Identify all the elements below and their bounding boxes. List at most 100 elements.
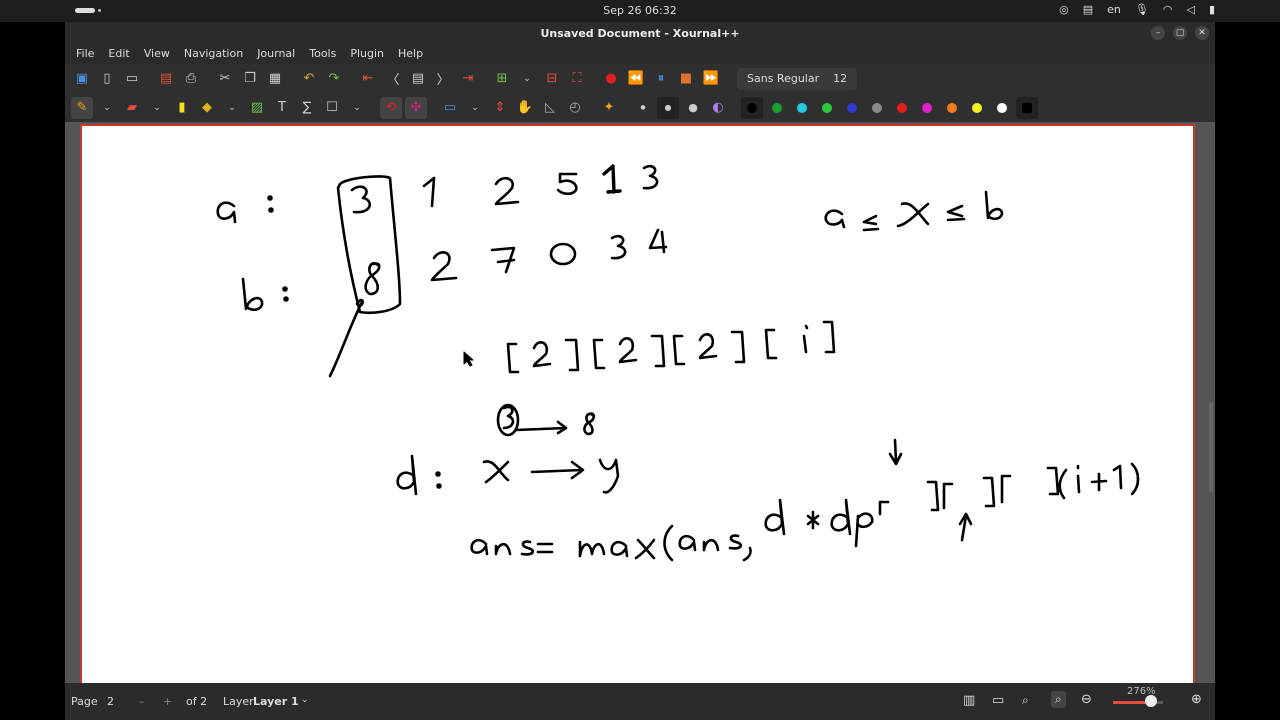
color-gray-swatch[interactable] [866,97,888,119]
color-black-swatch[interactable] [741,96,763,119]
rewind-icon[interactable]: ⏪ [625,68,647,90]
fill-icon[interactable]: ◐ [707,97,729,119]
page-number-input[interactable]: 2 [107,695,114,708]
menu-edit[interactable]: Edit [101,44,136,64]
volume-icon[interactable]: ◁ [1186,3,1194,16]
shapes-icon[interactable]: ◆ [196,97,218,119]
delete-page-icon[interactable]: ⊟ [541,68,563,90]
zoom-slider[interactable] [1113,695,1163,707]
maximize-icon[interactable]: ▢ [1173,26,1187,40]
previous-page-icon[interactable]: 〈 [382,68,404,90]
font-selector[interactable]: Sans Regular 12 [737,67,858,90]
dual-page-view-icon[interactable]: ▥ [963,693,975,708]
color-lightgreen-swatch[interactable] [816,97,838,119]
last-page-icon[interactable]: ⇥ [457,68,479,90]
color-dot [847,102,857,113]
zoom-out-icon[interactable]: ⊖ [1081,692,1092,707]
menu-view[interactable]: View [137,44,177,64]
eraser-icon[interactable]: ▰ [121,97,143,119]
tools-toolbar: ✎ ⌄ ▰ ⌄ ▮ ◆ ⌄ ▨ T ∑ ☐ ⌄ ⟲ ✣ ▭ ⌄ ⇕ ✋ ◺ ◴ … [65,93,1215,122]
first-page-icon[interactable]: ⇤ [357,68,379,90]
color-orange-swatch[interactable] [941,97,963,119]
rectangle-icon[interactable]: ☐ [321,97,343,119]
language-indicator[interactable]: en [1107,3,1121,16]
rectangle-dropdown-icon[interactable]: ⌄ [346,97,368,119]
presentation-view-icon[interactable]: ▭ [992,693,1004,708]
stop-icon[interactable]: ■ [675,68,697,90]
text-icon[interactable]: T [271,97,293,119]
menu-tools[interactable]: Tools [302,44,343,64]
copy-icon[interactable]: ❐ [239,68,261,90]
latex-icon[interactable]: ∑ [296,97,318,119]
open-folder-icon[interactable]: ▭ [121,68,143,90]
menu-navigation[interactable]: Navigation [177,44,250,64]
cut-icon[interactable]: ✂ [214,68,236,90]
next-page-icon[interactable]: 〉 [432,68,454,90]
shape-recognizer-icon[interactable]: ⟲ [380,96,402,119]
thick-thickness-icon[interactable]: ● [682,97,704,119]
color-green-swatch[interactable] [766,97,788,119]
fast-forward-icon[interactable]: ⏩ [700,68,722,90]
page-decrement-icon[interactable]: – [139,695,145,708]
clipboard-icon[interactable]: ▤ [1083,3,1093,16]
medium-thickness-icon[interactable]: ● [657,96,679,119]
insert-page-icon[interactable]: ⊞ [491,68,513,90]
battery-icon[interactable]: ▮ [1209,3,1215,16]
insert-page-dropdown-icon[interactable]: ⌄ [516,68,538,90]
hand-icon[interactable]: ✋ [514,97,536,119]
system-tray[interactable]: ◎ ▤ en 🎙 ◠ ◁ ▮ [1059,3,1215,16]
save-icon[interactable]: ▣ [71,68,93,90]
compass-icon[interactable]: ◴ [564,97,586,119]
eraser-dropdown-icon[interactable]: ⌄ [146,97,168,119]
wifi-icon[interactable]: ◠ [1163,3,1173,16]
print-icon[interactable]: ⎙ [180,68,202,90]
digit-3-row-a [642,164,659,190]
pen-dropdown-icon[interactable]: ⌄ [96,97,118,119]
color-white-swatch[interactable] [991,97,1013,119]
menu-plugin[interactable]: Plugin [343,44,391,64]
close-icon[interactable]: ✕ [1195,26,1209,40]
pause-icon[interactable]: ⏸ [650,68,672,90]
redo-icon[interactable]: ↷ [323,68,345,90]
select-rect-icon[interactable]: ▭ [439,97,461,119]
export-pdf-icon[interactable]: ▤ [155,68,177,90]
microphone-icon[interactable]: 🎙 [1135,3,1149,16]
layer-selector[interactable]: Layer 1 [253,695,299,708]
layer-dropdown-icon[interactable]: ⌄ [301,695,309,705]
color-yellow-swatch[interactable] [966,97,988,119]
screen-recorder-icon[interactable]: ◎ [1059,3,1069,16]
menu-journal[interactable]: Journal [250,44,302,64]
color-blue-swatch[interactable] [841,97,863,119]
fine-thickness-icon[interactable]: ● [632,97,654,119]
zoom-in-icon[interactable]: ⊕ [1191,692,1202,707]
zoom-100-icon[interactable]: ⌕ [1051,691,1066,708]
color-magenta-swatch[interactable] [916,97,938,119]
zoom-slider-knob[interactable] [1144,695,1157,707]
pen-icon[interactable]: ✎ [71,96,93,119]
color-cyan-swatch[interactable] [791,97,813,119]
minimize-icon[interactable]: – [1151,26,1165,40]
vertical-scrollbar[interactable] [1209,402,1213,492]
page-increment-icon[interactable]: + [163,695,172,708]
image-icon[interactable]: ▨ [246,97,268,119]
fullscreen-icon[interactable]: ⛶ [566,68,588,90]
shapes-dropdown-icon[interactable]: ⌄ [221,97,243,119]
zoom-fit-icon[interactable]: ⌕ [1022,693,1029,708]
undo-icon[interactable]: ↶ [298,68,320,90]
setsquare-icon[interactable]: ◺ [539,97,561,119]
default-tool-icon[interactable]: ✦ [598,97,620,119]
highlighter-icon[interactable]: ▮ [171,97,193,119]
goto-page-icon[interactable]: ▤ [407,68,429,90]
select-dropdown-icon[interactable]: ⌄ [464,97,486,119]
paste-icon[interactable]: ▦ [264,68,286,90]
vertical-space-icon[interactable]: ⇕ [489,97,511,119]
drawing-page[interactable] [80,124,1195,683]
new-document-icon[interactable]: ▯ [96,68,118,90]
document-canvas[interactable] [65,122,1215,683]
menu-help[interactable]: Help [391,44,430,64]
custom-color-swatch[interactable] [1016,96,1038,119]
ruler-snap-icon[interactable]: ✣ [405,96,427,119]
color-red-swatch[interactable] [891,97,913,119]
menu-file[interactable]: File [69,44,101,64]
record-icon[interactable]: ● [600,68,622,90]
